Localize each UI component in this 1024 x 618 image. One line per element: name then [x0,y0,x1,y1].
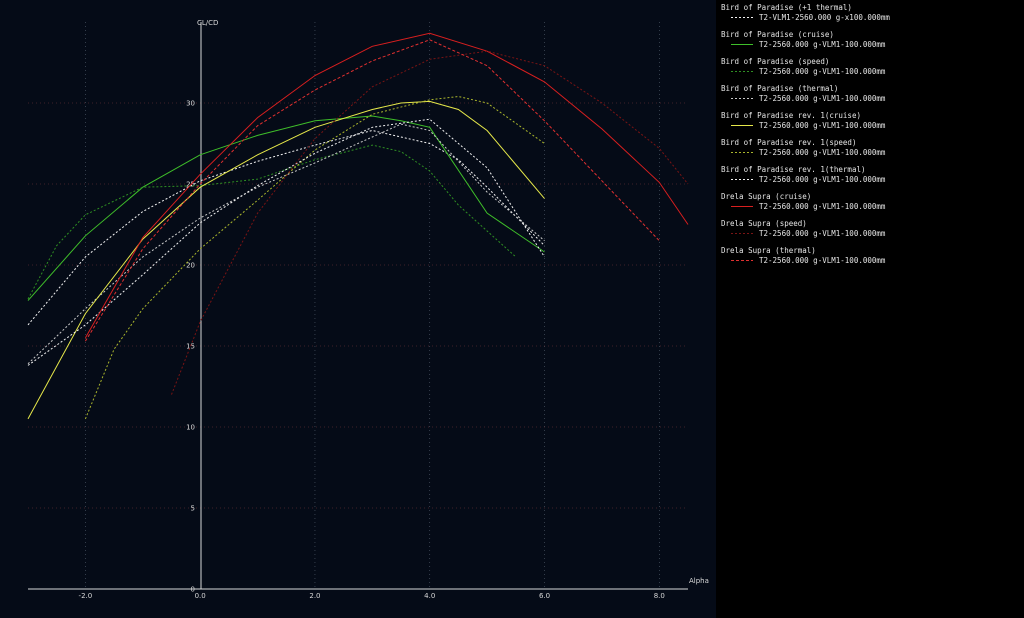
y-tick-label: 30 [186,100,195,108]
legend-entry: Bird of Paradise rev. 1(speed) T2-2560.00… [721,138,1021,164]
x-tick-label: 2.0 [309,592,320,600]
legend-swatch [731,43,753,46]
legend-entry: Bird of Paradise (thermal) T2-2560.000 g-… [721,84,1021,110]
legend-swatch [731,232,753,235]
grid [28,22,688,589]
legend-series-description: T2-2560.000 g-VLM1-100.000mm [759,94,886,103]
legend-series-description: T2-2560.000 g-VLM1-100.000mm [759,148,886,157]
line-chart: CL/CD Alpha -2.0 0.0 2.0 4.0 6.0 8.0051015202… [27,19,709,601]
legend-series-name: Bird of Paradise rev. 1(speed) [721,138,857,147]
legend-entry: Drela Supra (speed) T2-2560.000 g-VLM1-10… [721,219,1021,245]
legend-series-name: Drela Supra (thermal) [721,246,816,255]
legend-swatch [731,124,753,127]
y-tick-label: 5 [191,505,195,513]
legend-series-description: T2-2560.000 g-VLM1-100.000mm [759,121,886,130]
x-tick-label: -2.0 [79,592,93,600]
legend-entry: Bird of Paradise (speed) T2-2560.000 g-VL… [721,57,1021,83]
legend-entry: Bird of Paradise rev. 1(cruise) T2-2560.0… [721,111,1021,137]
legend-swatch [731,16,753,19]
series-line-5 [27,100,545,420]
series-line-10 [84,39,660,342]
legend-series-description: T2-VLM1-2560.000 g-x100.000mm [759,13,890,22]
x-tick-label: 4.0 [424,592,435,600]
series-line-2 [27,115,545,301]
series-line-1 [27,129,545,326]
legend-series-name: Bird of Paradise (+1 thermal) [721,3,852,12]
series-line-8 [84,32,689,339]
series-line-4 [27,123,545,365]
legend-series-name: Bird of Paradise rev. 1(cruise) [721,111,861,120]
axes: CL/CD Alpha [28,19,709,590]
x-tick-label: 0.0 [195,592,206,600]
legend-entry: Drela Supra (thermal) T2-2560.000 g-VLM1-… [721,246,1021,272]
legend-entry: Bird of Paradise (+1 thermal) T2-VLM1-256… [721,3,1021,29]
legend-series-description: T2-2560.000 g-VLM1-100.000mm [759,175,886,184]
y-tick-label: 10 [186,424,195,432]
x-tick-label: 6.0 [539,592,550,600]
legend-series-name: Bird of Paradise (speed) [721,57,830,66]
legend-swatch [731,70,753,73]
legend-series-description: T2-2560.000 g-VLM1-100.000mm [759,67,886,76]
legend-series-description: T2-2560.000 g-VLM1-100.000mm [759,202,886,211]
y-tick-label: 15 [186,343,195,351]
legend-series-description: T2-2560.000 g-VLM1-100.000mm [759,40,886,49]
x-tick-label: 8.0 [654,592,665,600]
legend-series-description: T2-2560.000 g-VLM1-100.000mm [759,256,886,265]
y-tick-label: 0 [191,586,195,594]
legend-entry: Bird of Paradise rev. 1(thermal) T2-2560.… [721,165,1021,191]
legend-series-name: Bird of Paradise (thermal) [721,84,839,93]
legend-series-name: Bird of Paradise rev. 1(thermal) [721,165,866,174]
legend-series-description: T2-2560.000 g-VLM1-100.000mm [759,229,886,238]
x-axis-label: Alpha [689,577,709,585]
legend-swatch [731,151,753,154]
legend-swatch [731,97,753,100]
legend-series-name: Drela Supra (speed) [721,219,807,228]
y-axis-label: CL/CD [197,19,218,27]
legend-swatch [731,259,753,262]
legend-entry: Bird of Paradise (cruise) T2-2560.000 g-V… [721,30,1021,56]
tick-labels: -2.0 0.0 2.0 4.0 6.0 8.0051015202530 [79,100,665,601]
chart-plot-area: CL/CD Alpha -2.0 0.0 2.0 4.0 6.0 8.0 0 5 10 15 20 2… [0,0,716,618]
legend-entry: Drela Supra (cruise) T2-2560.000 g-VLM1-1… [721,192,1021,218]
legend-swatch [731,205,753,208]
legend-series-name: Drela Supra (cruise) [721,192,812,201]
legend-swatch [731,178,753,181]
legend: Bird of Paradise (+1 thermal) T2-VLM1-256… [716,0,1024,618]
series-lines [27,32,689,420]
legend-series-name: Bird of Paradise (cruise) [721,30,834,39]
series-line-7 [27,118,545,366]
